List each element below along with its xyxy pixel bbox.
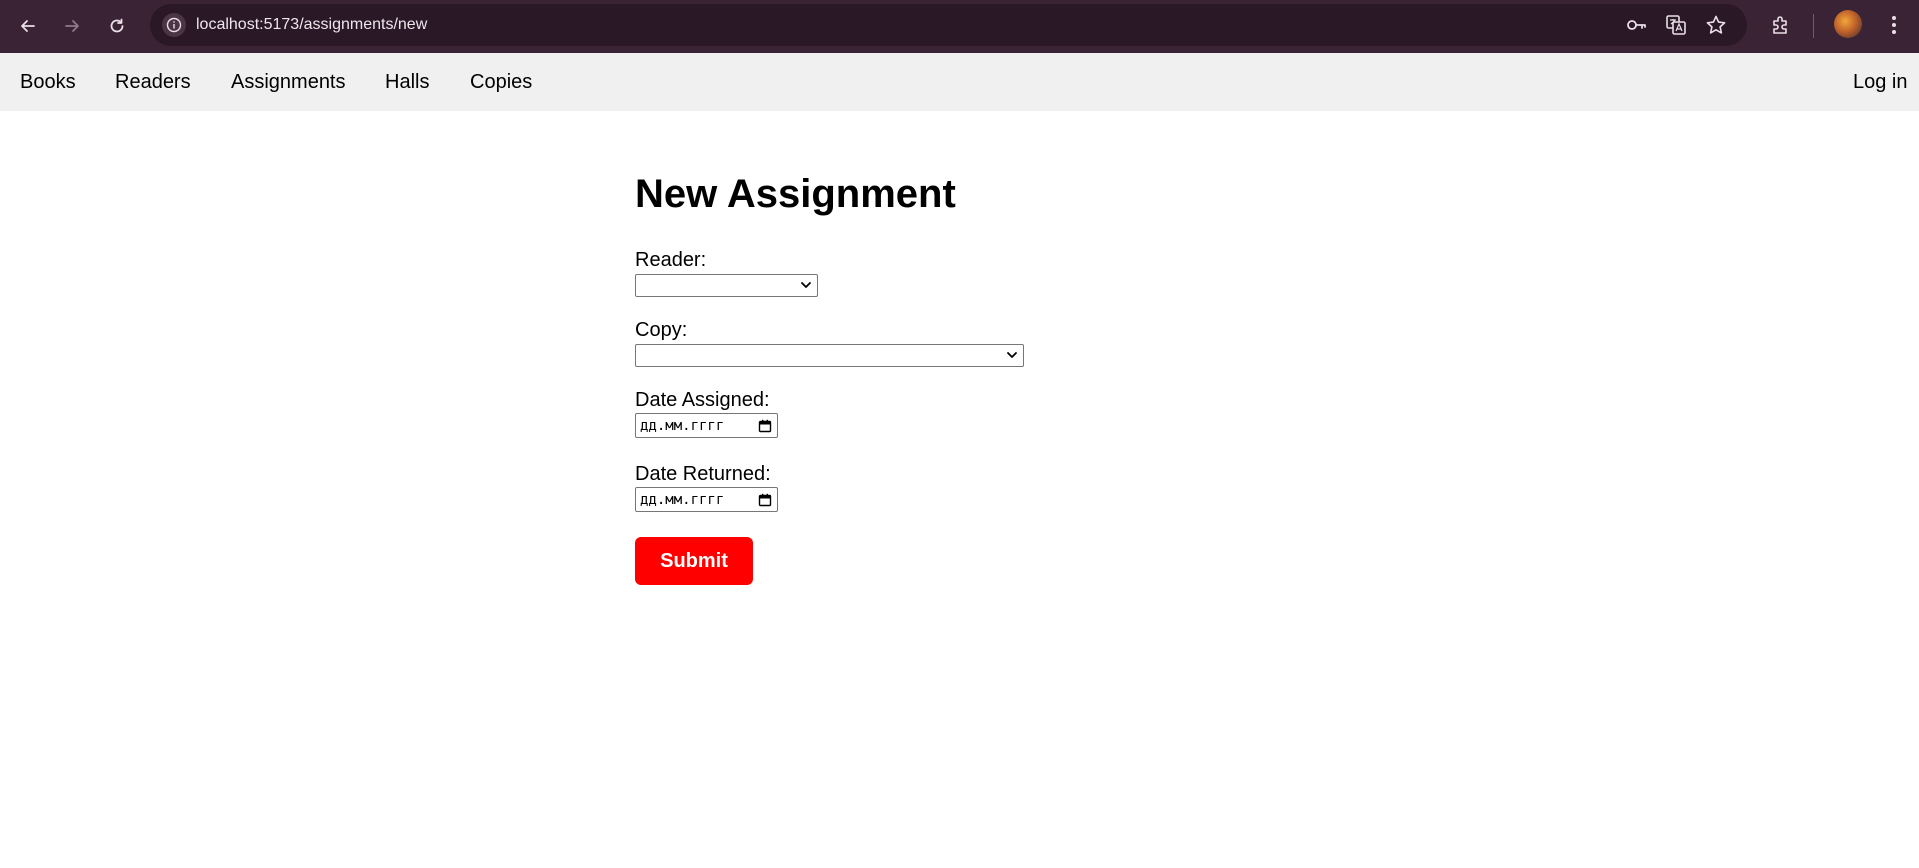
nav-copies[interactable]: Copies: [470, 71, 532, 94]
submit-button[interactable]: Submit: [635, 537, 753, 585]
nav-readers[interactable]: Readers: [115, 71, 191, 94]
forward-button[interactable]: [58, 12, 86, 40]
date-assigned-label: Date Assigned:: [635, 389, 770, 411]
chevron-down-icon: [1007, 352, 1017, 358]
date-returned-label: Date Returned:: [635, 463, 771, 485]
more-menu-button[interactable]: [1880, 11, 1908, 39]
copy-select[interactable]: [635, 344, 1024, 367]
date-returned-input[interactable]: дд.мм.гггг: [635, 487, 778, 512]
translate-button[interactable]: [1664, 13, 1688, 37]
reload-button[interactable]: [103, 12, 131, 40]
back-icon: [21, 20, 35, 32]
date-returned-placeholder: дд.мм.гггг: [640, 492, 725, 508]
calendar-icon[interactable]: [758, 419, 772, 433]
date-assigned-placeholder: дд.мм.гггг: [640, 418, 725, 434]
url-text[interactable]: localhost:5173/assignments/new: [196, 16, 427, 34]
nav-books[interactable]: Books: [20, 71, 76, 94]
site-info-button[interactable]: [162, 13, 186, 37]
reader-label: Reader:: [635, 249, 707, 271]
nav-assignments[interactable]: Assignments: [231, 71, 346, 94]
avatar[interactable]: [1834, 10, 1862, 38]
translate-icon: [1666, 15, 1686, 35]
extensions-button[interactable]: [1767, 11, 1795, 39]
calendar-icon[interactable]: [758, 493, 772, 507]
back-button[interactable]: [14, 12, 42, 40]
key-icon: [1627, 20, 1646, 30]
page-title: New Assignment: [635, 172, 956, 216]
date-assigned-input[interactable]: дд.мм.гггг: [635, 413, 778, 438]
browser-toolbar: localhost:5173/assignments/new: [0, 0, 1919, 53]
reader-select[interactable]: [635, 274, 818, 297]
assignment-form: New Assignment Reader: Copy: Date Assign…: [635, 172, 1135, 585]
star-icon: [1706, 15, 1726, 34]
bookmark-button[interactable]: [1704, 13, 1728, 37]
app-navbar: Books Readers Assignments Halls Copies L…: [0, 53, 1919, 111]
nav-halls[interactable]: Halls: [385, 71, 429, 94]
chevron-down-icon: [801, 282, 811, 288]
address-bar[interactable]: localhost:5173/assignments/new: [150, 4, 1747, 46]
copy-label: Copy:: [635, 319, 688, 341]
more-icon: [1892, 16, 1896, 34]
extensions-icon: [1773, 16, 1787, 34]
site-info-icon: [166, 17, 182, 33]
reload-icon: [110, 18, 124, 33]
forward-icon: [65, 20, 79, 32]
password-manager-button[interactable]: [1624, 13, 1648, 37]
nav-login[interactable]: Log in: [1853, 71, 1908, 94]
toolbar-divider: [1813, 14, 1814, 38]
